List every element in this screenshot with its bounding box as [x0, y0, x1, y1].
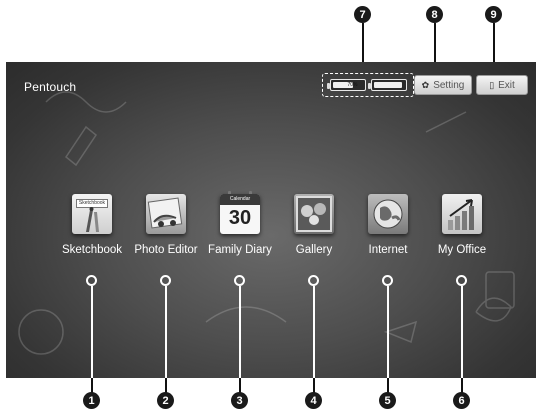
callout-5: 5 — [379, 392, 396, 409]
app-my-office[interactable]: My Office — [422, 194, 502, 256]
pin-line-1 — [90, 286, 93, 378]
callout-7-label: 7 — [359, 8, 366, 21]
exit-button-label: Exit — [498, 79, 515, 91]
callout-1: 1 — [83, 392, 100, 409]
callout-6-label: 6 — [458, 394, 465, 407]
battery-indicator-2 — [367, 79, 407, 91]
callout-2: 2 — [157, 392, 174, 409]
calendar-day: 30 — [228, 207, 252, 229]
app-sketchbook[interactable]: Sketchbook Sketchbook — [52, 194, 132, 256]
callout-5-label: 5 — [384, 394, 391, 407]
battery-indicator-1: 70% — [326, 79, 366, 91]
pin-4 — [308, 275, 319, 286]
home-screen: Pentouch 70% ✿ Setting ▯ Exit Sketchbook — [6, 62, 536, 378]
callout-8: 8 — [426, 6, 443, 23]
battery-terminal — [326, 83, 330, 89]
exit-button[interactable]: ▯ Exit — [476, 75, 528, 95]
pin-line-3 — [238, 286, 241, 378]
pin-5 — [382, 275, 393, 286]
globe-icon — [368, 194, 408, 234]
pin-line-2 — [164, 286, 167, 378]
app-label-gallery: Gallery — [295, 244, 333, 256]
setting-button-label: Setting — [433, 79, 465, 91]
battery-level-2 — [373, 82, 403, 88]
photo-editor-icon — [146, 194, 186, 234]
setting-button[interactable]: ✿ Setting — [414, 75, 472, 95]
pin-line-6 — [460, 286, 463, 378]
app-title: Pentouch — [24, 80, 77, 94]
battery-percent-1: 70% — [347, 82, 358, 88]
app-label-internet: Internet — [368, 244, 408, 256]
callout-1-label: 1 — [88, 394, 95, 407]
app-internet[interactable]: Internet — [348, 194, 428, 256]
exit-door-icon: ▯ — [489, 79, 495, 90]
battery-terminal-2 — [367, 83, 371, 89]
app-family-diary[interactable]: Calendar 30 Family Diary — [200, 191, 280, 256]
callout-8-label: 8 — [431, 8, 438, 21]
pin-2 — [160, 275, 171, 286]
callout-3: 3 — [231, 392, 248, 409]
app-photo-editor[interactable]: Photo Editor — [126, 194, 206, 256]
pin-3 — [234, 275, 245, 286]
callout-3-label: 3 — [236, 394, 243, 407]
pin-1 — [86, 275, 97, 286]
callout-4: 4 — [305, 392, 322, 409]
callout-2-label: 2 — [162, 394, 169, 407]
sketchbook-icon: Sketchbook — [72, 194, 112, 234]
app-label-my-office: My Office — [437, 244, 487, 256]
app-label-photo-editor: Photo Editor — [134, 244, 198, 256]
pin-6 — [456, 275, 467, 286]
app-gallery[interactable]: Gallery — [274, 194, 354, 256]
callout-9-label: 9 — [490, 8, 497, 21]
calendar-header: Calendar — [220, 194, 260, 205]
app-label-sketchbook: Sketchbook — [61, 244, 123, 256]
pin-line-4 — [312, 286, 315, 378]
office-chart-icon — [442, 194, 482, 234]
gallery-icon — [294, 194, 334, 234]
battery-status-group: 70% — [322, 73, 414, 97]
callout-6: 6 — [453, 392, 470, 409]
calendar-icon: Calendar 30 — [220, 191, 260, 234]
callout-9: 9 — [485, 6, 502, 23]
callout-4-label: 4 — [310, 394, 317, 407]
pin-line-5 — [386, 286, 389, 378]
app-label-family-diary: Family Diary — [208, 244, 272, 256]
gear-icon: ✿ — [421, 79, 430, 90]
callout-7: 7 — [354, 6, 371, 23]
